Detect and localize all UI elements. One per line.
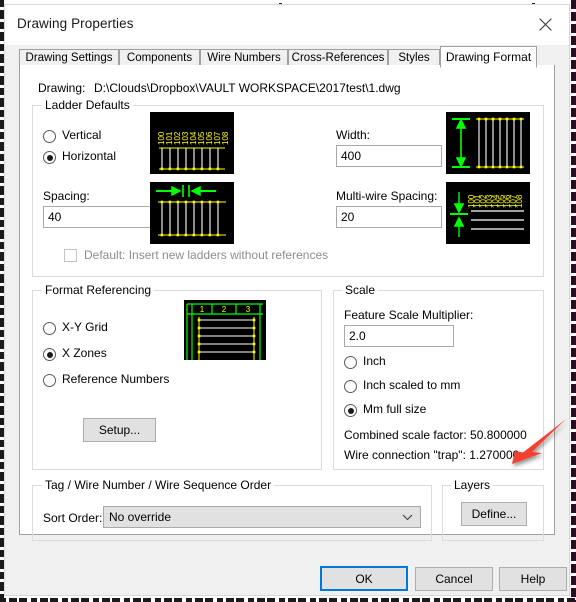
radio-mm-full-size-label: Mm full size xyxy=(363,402,426,416)
svg-text:108: 108 xyxy=(515,194,524,208)
ladder-defaults-title: Ladder Defaults xyxy=(42,98,133,112)
default-insert-checkbox[interactable] xyxy=(64,249,77,262)
wire-connection-trap: Wire connection "trap": 1.270000 xyxy=(344,448,519,462)
radio-mm-full-size[interactable] xyxy=(344,404,357,417)
drawing-format-panel: Drawing: D:\Clouds\Dropbox\VAULT WORKSPA… xyxy=(19,65,555,535)
chevron-down-icon xyxy=(394,514,420,521)
setup-button[interactable]: Setup... xyxy=(83,418,156,442)
drawing-label: Drawing: xyxy=(38,81,85,95)
combined-scale-factor: Combined scale factor: 50.800000 xyxy=(344,428,527,442)
radio-inch[interactable] xyxy=(344,356,357,369)
tab-strip: Drawing Settings Components Wire Numbers… xyxy=(19,46,555,66)
radio-x-zones-label: X Zones xyxy=(62,346,107,360)
feature-scale-label: Feature Scale Multiplier: xyxy=(344,308,473,322)
multiwire-spacing-input[interactable]: 20 xyxy=(336,206,442,228)
title-bar: Drawing Properties xyxy=(5,5,569,45)
drawing-path: D:\Clouds\Dropbox\VAULT WORKSPACE\2017te… xyxy=(94,81,401,95)
radio-horizontal[interactable] xyxy=(43,151,56,164)
svg-text:3: 3 xyxy=(246,305,251,314)
sort-order-dropdown[interactable]: No override xyxy=(103,506,421,528)
screenshot-root: Drawing Properties Drawing Settings Comp… xyxy=(0,0,576,602)
tab-drawing-format[interactable]: Drawing Format xyxy=(440,46,537,68)
multiwire-spacing-label: Multi-wire Spacing: xyxy=(336,189,437,203)
svg-text:2: 2 xyxy=(222,305,227,314)
radio-xy-grid-label: X-Y Grid xyxy=(62,320,108,334)
spacing-label: Spacing: xyxy=(43,189,90,203)
svg-text:108: 108 xyxy=(221,131,230,145)
scale-title: Scale xyxy=(342,283,378,297)
torn-edge-right xyxy=(571,0,576,602)
radio-horizontal-label: Horizontal xyxy=(62,149,116,163)
radio-inch-scaled-to-mm[interactable] xyxy=(344,380,357,393)
multiwire-spacing-preview: 100 101 102 103 104 105 106 107 108 xyxy=(446,182,530,244)
sort-order-label: Sort Order: xyxy=(43,511,102,525)
cancel-button[interactable]: Cancel xyxy=(415,567,493,591)
radio-vertical-label: Vertical xyxy=(62,128,101,142)
layers-title: Layers xyxy=(451,478,493,492)
window-title: Drawing Properties xyxy=(17,16,134,31)
radio-vertical[interactable] xyxy=(43,130,56,143)
spacing-input[interactable]: 40 xyxy=(43,206,161,228)
radio-inch-scaled-to-mm-label: Inch scaled to mm xyxy=(363,378,460,392)
sort-order-value: No override xyxy=(104,510,394,524)
width-input[interactable]: 400 xyxy=(336,145,442,167)
radio-reference-numbers[interactable] xyxy=(43,374,56,387)
default-insert-label: Default: Insert new ladders without refe… xyxy=(84,248,328,262)
ladder-orientation-preview: 100 101 102 103 104 105 106 107 108 xyxy=(150,112,234,174)
feature-scale-input[interactable]: 2.0 xyxy=(344,325,454,347)
radio-inch-label: Inch xyxy=(363,354,386,368)
tag-order-title: Tag / Wire Number / Wire Sequence Order xyxy=(42,478,274,492)
spacing-preview xyxy=(150,182,234,244)
width-label: Width: xyxy=(336,128,370,142)
ok-button[interactable]: OK xyxy=(320,566,408,591)
torn-edge-bottom xyxy=(0,598,576,602)
drawing-properties-dialog: Drawing Properties Drawing Settings Comp… xyxy=(4,4,570,596)
svg-text:1: 1 xyxy=(200,305,205,314)
define-button[interactable]: Define... xyxy=(461,502,527,526)
radio-reference-numbers-label: Reference Numbers xyxy=(62,372,169,386)
help-button[interactable]: Help xyxy=(499,567,567,591)
width-preview xyxy=(446,112,530,174)
close-icon[interactable] xyxy=(523,5,567,43)
format-referencing-preview: 1 2 3 xyxy=(184,300,266,360)
radio-xy-grid[interactable] xyxy=(43,322,56,335)
format-referencing-title: Format Referencing xyxy=(42,283,154,297)
radio-x-zones[interactable] xyxy=(43,348,56,361)
